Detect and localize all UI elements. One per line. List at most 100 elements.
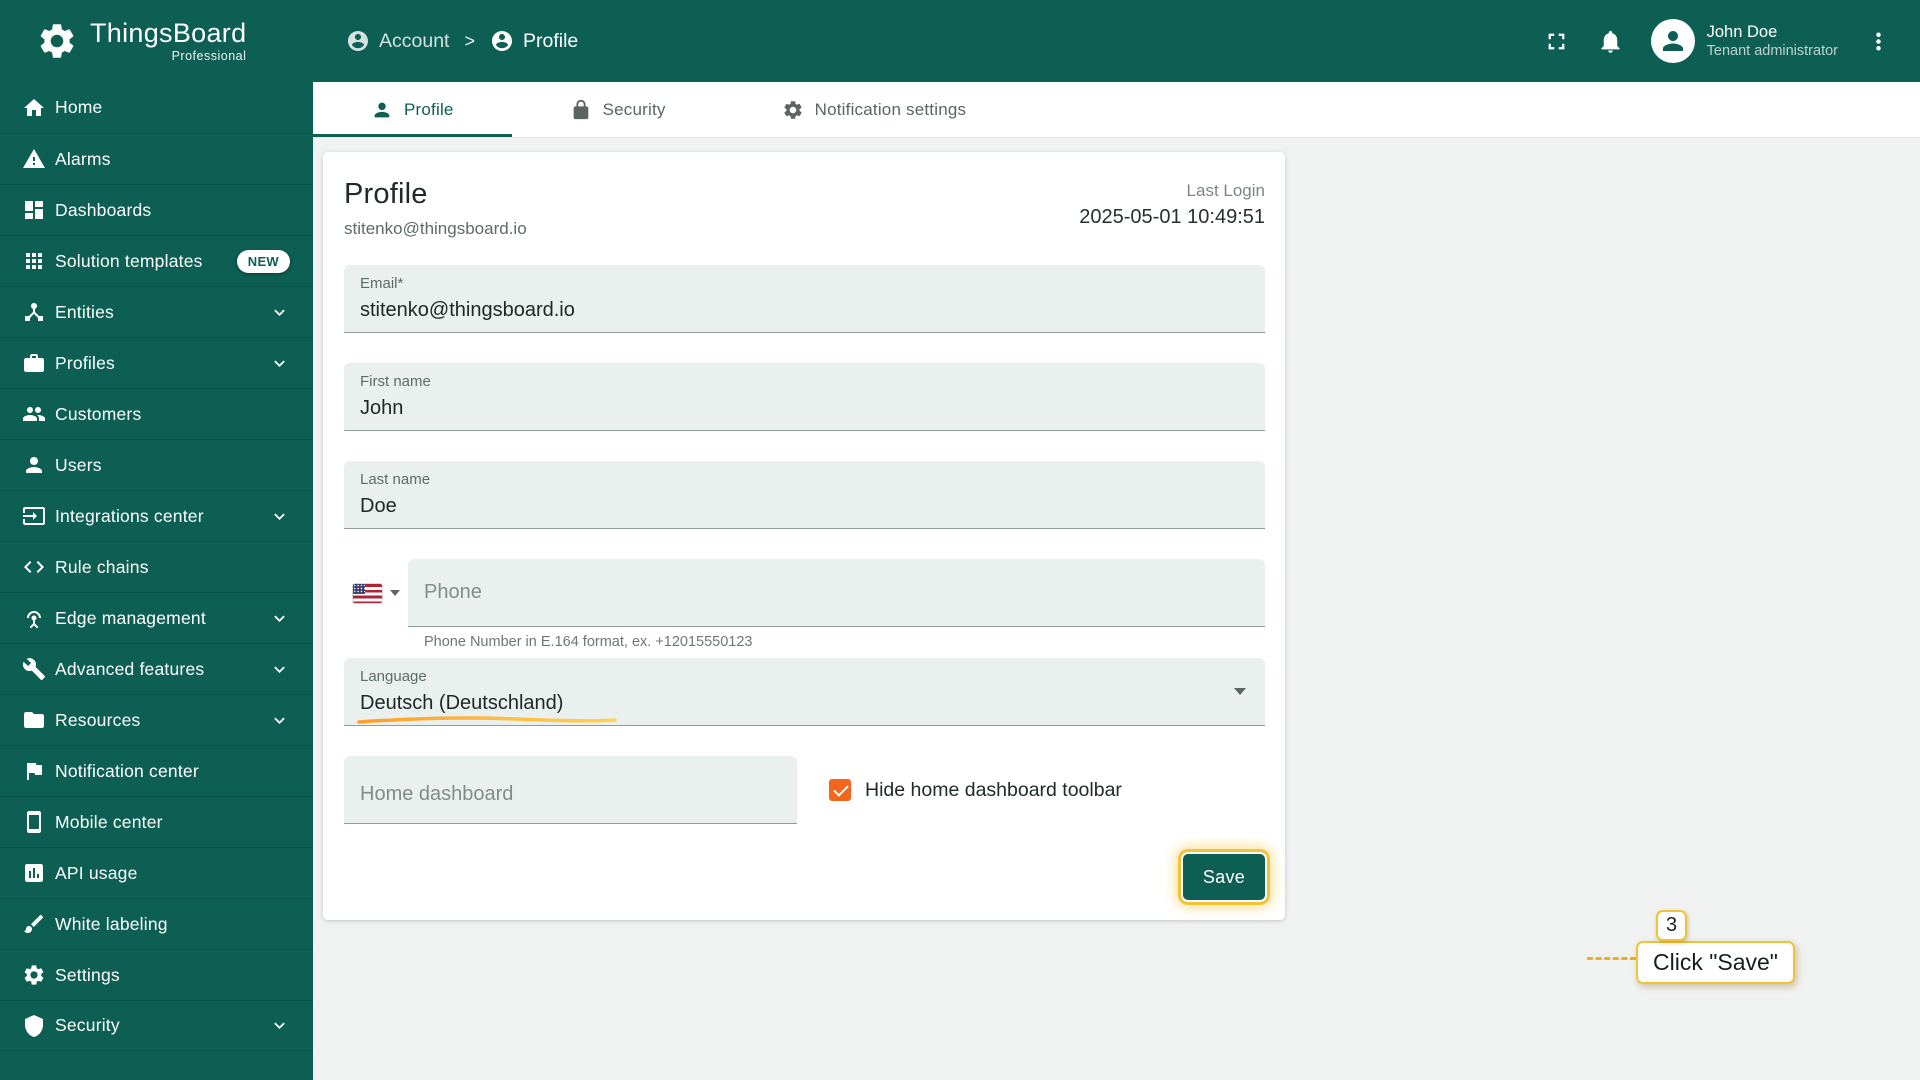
sidebar-item-label: Settings (55, 964, 120, 985)
apps-grid-icon (22, 249, 46, 273)
hide-toolbar-label: Hide home dashboard toolbar (865, 778, 1122, 801)
device-hub-icon (22, 300, 46, 324)
warning-icon (22, 147, 46, 171)
breadcrumb-item-account[interactable]: Account (346, 29, 449, 53)
user-menu[interactable]: John Doe Tenant administrator (1650, 19, 1838, 63)
home-dashboard-placeholder: Home dashboard (360, 783, 514, 805)
email-field-value: stitenko@thingsboard.io (360, 299, 575, 322)
tab-label: Security (602, 99, 666, 119)
sidebar-item-api-usage[interactable]: API usage (0, 847, 313, 898)
flag-icon (22, 759, 46, 783)
annotation-step-badge: 3 (1656, 909, 1687, 941)
hide-toolbar-checkbox[interactable] (829, 779, 851, 801)
sidebar-item-label: Mobile center (55, 811, 163, 832)
sidebar-item-alarms[interactable]: Alarms (0, 133, 313, 184)
thingsboard-gear-icon (36, 20, 78, 62)
sidebar-item-label: Users (55, 454, 102, 475)
sidebar-item-entities[interactable]: Entities (0, 286, 313, 337)
sidebar-item-resources[interactable]: Resources (0, 694, 313, 745)
sidebar-item-dashboards[interactable]: Dashboards (0, 184, 313, 235)
breadcrumb-label: Profile (522, 29, 579, 52)
logo-subtitle: Professional (171, 49, 247, 64)
folder-icon (22, 708, 46, 732)
gear-icon (22, 963, 46, 987)
sidebar-item-security[interactable]: Security (0, 1000, 313, 1051)
home-dashboard-row: Home dashboard Hide home dashboard toolb… (344, 756, 1265, 824)
sidebar-item-home[interactable]: Home (0, 82, 313, 133)
us-flag-icon (352, 583, 382, 603)
sidebar-item-label: White labeling (55, 913, 168, 934)
tab-notification-settings[interactable]: Notification settings (724, 82, 1025, 137)
first-name-field[interactable]: First name John (344, 363, 1265, 431)
language-value: Deutsch (Deutschland) (360, 692, 564, 715)
new-badge: NEW (236, 249, 290, 273)
sidebar-item-profiles[interactable]: Profiles (0, 337, 313, 388)
sidebar-item-edge-management[interactable]: Edge management (0, 592, 313, 643)
people-icon (22, 402, 46, 426)
annotation-connector-line (1587, 957, 1636, 960)
sidebar-item-rule-chains[interactable]: Rule chains (0, 541, 313, 592)
sidebar-item-notification-center[interactable]: Notification center (0, 745, 313, 796)
person-icon (22, 453, 46, 477)
first-name-field-label: First name (360, 373, 431, 390)
last-name-field[interactable]: Last name Doe (344, 461, 1265, 529)
sidebar-item-label: Resources (55, 709, 141, 730)
sidebar-item-mobile-center[interactable]: Mobile center (0, 796, 313, 847)
breadcrumb-item-profile[interactable]: Profile (490, 29, 578, 53)
sidebar-item-label: Integrations center (55, 505, 204, 526)
app-root: ThingsBoard Professional Account > Profi… (0, 0, 1920, 1080)
email-field[interactable]: Email* stitenko@thingsboard.io (344, 265, 1265, 333)
home-icon (22, 96, 46, 120)
sidebar-item-white-labeling[interactable]: White labeling (0, 898, 313, 949)
save-row: Save (344, 854, 1265, 900)
sidebar-item-label: Home (55, 97, 103, 117)
country-code-selector[interactable] (344, 559, 408, 627)
last-login: Last Login 2025-05-01 10:49:51 (1079, 178, 1265, 239)
language-select[interactable]: Language Deutsch (Deutschland) (344, 658, 1265, 726)
chevron-down-icon (269, 302, 290, 323)
sidebar-item-users[interactable]: Users (0, 439, 313, 490)
tab-label: Profile (404, 99, 454, 119)
sidebar-nav: Home Alarms Dashboards Solution templates NE… (0, 82, 313, 1080)
chevron-down-icon (269, 608, 290, 629)
chevron-down-icon (269, 659, 290, 680)
notifications-bell-icon[interactable] (1597, 28, 1624, 55)
code-icon (22, 555, 46, 579)
tab-profile[interactable]: Profile (313, 82, 512, 137)
dropdown-arrow-icon (1234, 688, 1246, 695)
user-avatar (1650, 19, 1695, 63)
caret-down-icon (389, 590, 400, 596)
hide-toolbar-option[interactable]: Hide home dashboard toolbar (829, 779, 1122, 802)
dashboard-icon (22, 198, 46, 222)
fullscreen-icon[interactable] (1543, 28, 1570, 55)
save-button[interactable]: Save (1183, 854, 1265, 900)
shield-icon (22, 1014, 46, 1038)
annotation-underline-icon (357, 716, 617, 724)
sidebar-item-integrations-center[interactable]: Integrations center (0, 490, 313, 541)
sidebar-item-label: API usage (55, 862, 138, 883)
page-title: Profile (344, 178, 428, 210)
chevron-down-icon (269, 506, 290, 527)
integration-icon (22, 504, 46, 528)
smartphone-icon (22, 810, 46, 834)
sidebar-item-label: Edge management (55, 607, 206, 628)
sidebar-item-solution-templates[interactable]: Solution templates NEW (0, 235, 313, 286)
breadcrumb: Account > Profile (346, 29, 578, 53)
phone-field[interactable]: Phone (408, 559, 1265, 627)
sidebar-item-label: Profiles (55, 352, 115, 373)
chevron-down-icon (269, 1015, 290, 1036)
sidebar-item-advanced-features[interactable]: Advanced features (0, 643, 313, 694)
user-info: John Doe Tenant administrator (1707, 24, 1838, 58)
thingsboard-logo[interactable]: ThingsBoard Professional (36, 18, 288, 64)
tab-security[interactable]: Security (512, 82, 724, 137)
sidebar-item-customers[interactable]: Customers (0, 388, 313, 439)
more-menu-icon[interactable] (1865, 28, 1892, 55)
phone-helper-text: Phone Number in E.164 format, ex. +12015… (424, 634, 753, 650)
top-header: ThingsBoard Professional Account > Profi… (0, 0, 1920, 82)
logo-text: ThingsBoard Professional (90, 18, 247, 64)
sidebar-item-label: Advanced features (55, 658, 205, 679)
sidebar-item-settings[interactable]: Settings (0, 949, 313, 1000)
profile-card: Profile stitenko@thingsboard.io Last Log… (323, 152, 1285, 920)
home-dashboard-field[interactable]: Home dashboard (344, 756, 797, 824)
main-area: Profile Security Notification settings Pro… (313, 82, 1920, 1080)
